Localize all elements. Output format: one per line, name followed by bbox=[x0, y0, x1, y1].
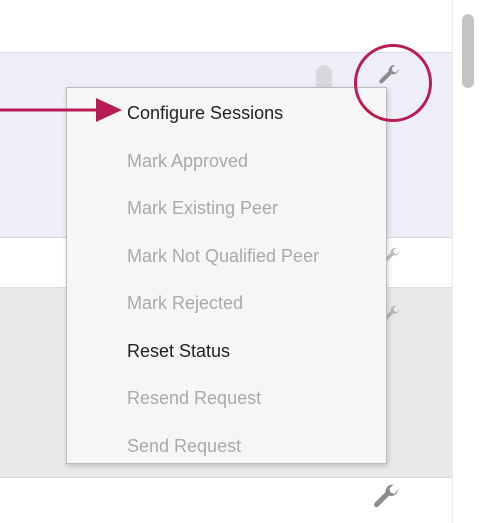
menu-item-resend-request: Resend Request bbox=[127, 388, 262, 408]
menu-item-reset-status[interactable]: Reset Status bbox=[67, 328, 386, 376]
screen: Configure Sessions Mark Approved Mark Ex… bbox=[0, 0, 482, 523]
arrow-right-icon bbox=[0, 98, 122, 122]
highlight-circle bbox=[354, 44, 432, 122]
menu-item-mark-rejected: Mark Rejected bbox=[127, 293, 244, 313]
scrollbar[interactable] bbox=[452, 0, 482, 523]
status-pill bbox=[316, 65, 332, 87]
wrench-icon[interactable] bbox=[370, 482, 402, 514]
scrollbar-thumb[interactable] bbox=[462, 14, 474, 88]
menu-item-mark-not-qualified-peer: Mark Not Qualified Peer bbox=[127, 245, 320, 266]
table-row[interactable] bbox=[0, 478, 452, 523]
menu-item-mark-approved: Mark Approved bbox=[127, 150, 249, 171]
context-menu: Configure Sessions Mark Approved Mark Ex… bbox=[66, 87, 387, 464]
menu-item-send-request: Send Request bbox=[127, 435, 242, 456]
menu-item-mark-existing-peer: Mark Existing Peer bbox=[127, 198, 279, 218]
